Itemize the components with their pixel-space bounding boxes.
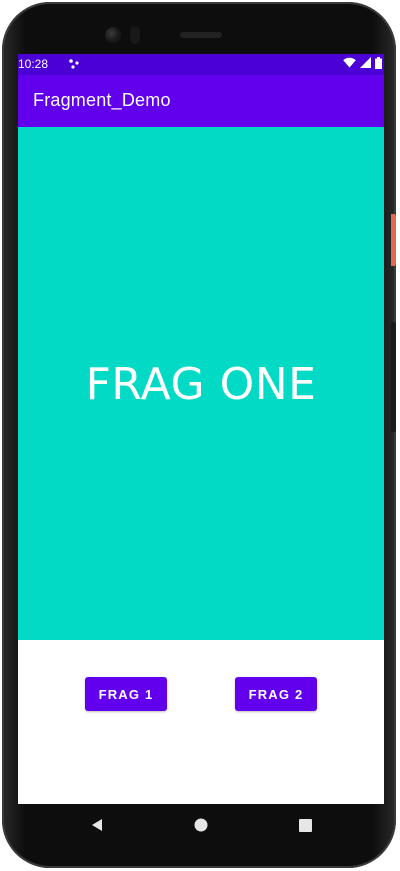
- phone-frame: 10:28 Fragment_Demo FRAG ONE FRAG 1 FRAG…: [2, 2, 396, 868]
- power-button[interactable]: [391, 214, 396, 266]
- status-bar: 10:28: [18, 54, 384, 75]
- dots-icon: [68, 58, 80, 70]
- home-icon[interactable]: [194, 818, 208, 837]
- status-icons: [343, 56, 382, 72]
- earpiece-speaker: [180, 32, 222, 38]
- front-camera-icon: [105, 27, 121, 43]
- fragment-container: FRAG ONE: [18, 127, 384, 640]
- frag2-button[interactable]: FRAG 2: [235, 677, 317, 711]
- volume-button[interactable]: [391, 322, 396, 432]
- fragment-text: FRAG ONE: [85, 359, 317, 410]
- recents-icon[interactable]: [299, 819, 312, 837]
- app-title: Fragment_Demo: [33, 90, 171, 110]
- frag1-button[interactable]: FRAG 1: [85, 677, 167, 711]
- battery-icon: [375, 56, 382, 72]
- status-time: 10:28: [18, 57, 49, 71]
- navigation-bar: [18, 804, 384, 848]
- app-bar: Fragment_Demo: [18, 75, 384, 127]
- back-icon[interactable]: [90, 818, 104, 837]
- sensor-icon: [130, 26, 140, 44]
- signal-icon: [360, 57, 371, 71]
- wifi-icon: [343, 57, 356, 71]
- screen: 10:28 Fragment_Demo FRAG ONE FRAG 1 FRAG…: [18, 54, 384, 804]
